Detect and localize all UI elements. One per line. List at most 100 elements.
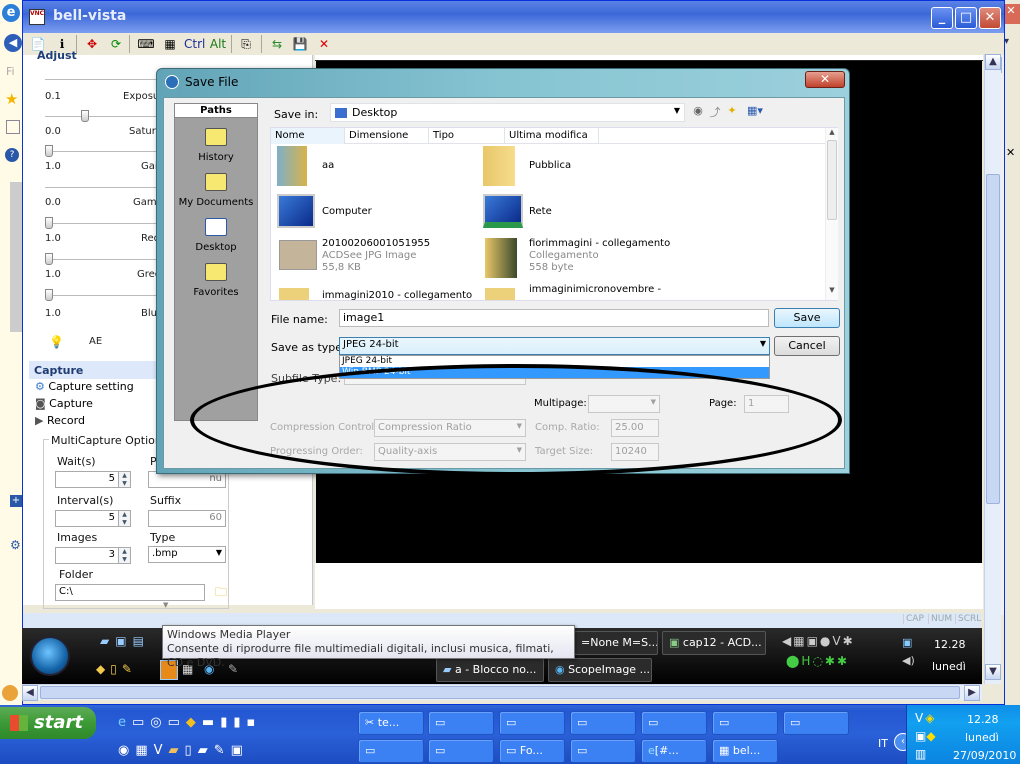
quick-launch-top[interactable]: e▭◎▭◆▬▮▮▪ bbox=[118, 715, 261, 730]
internet-explorer-icon[interactable]: e bbox=[118, 715, 132, 730]
record-item[interactable]: ▶ Record bbox=[35, 414, 85, 427]
new-folder-icon[interactable]: ✦ bbox=[725, 104, 739, 118]
folder-icon[interactable]: ▰ bbox=[169, 743, 185, 758]
taskbar-button[interactable]: e[#... bbox=[641, 739, 707, 763]
scroll-thumb[interactable] bbox=[986, 174, 1000, 504]
target-size-input[interactable]: 10240 bbox=[611, 443, 659, 461]
images-input[interactable]: 3 bbox=[55, 547, 119, 564]
ae-label[interactable]: AE bbox=[89, 336, 102, 347]
folder-input[interactable]: C:\ bbox=[55, 584, 205, 601]
v-icon[interactable]: V bbox=[915, 711, 925, 725]
gamma-slider-thumb[interactable] bbox=[45, 217, 53, 229]
ctrl-key-button[interactable]: Ctrl bbox=[184, 35, 205, 53]
display-icon[interactable]: ▥ bbox=[915, 747, 926, 761]
remote-clock[interactable]: 12.28 bbox=[934, 638, 966, 651]
column-modified[interactable]: Ultima modifica bbox=[505, 128, 599, 144]
dialog-close-button[interactable]: ✕ bbox=[805, 71, 845, 88]
images-stepper[interactable]: ▲ ▼ bbox=[118, 547, 131, 564]
taskbar-button[interactable]: ▭ bbox=[783, 711, 849, 735]
scroll-up-icon[interactable]: ▲ bbox=[826, 128, 838, 136]
file-item[interactable]: immagini2010 - collegamento bbox=[277, 284, 477, 300]
progressing-order-select[interactable]: Quality-axis ▼ bbox=[374, 443, 526, 461]
column-type[interactable]: Tipo bbox=[429, 128, 505, 144]
send-ctrl-alt-del-icon[interactable]: ⌨ bbox=[137, 35, 155, 53]
path-my-documents[interactable]: My Documents bbox=[175, 173, 257, 208]
dropdown-option[interactable]: JPEG 24-bit bbox=[340, 356, 769, 367]
save-as-type-select[interactable]: JPEG 24-bit ▼ bbox=[339, 337, 770, 355]
interval-input[interactable]: 5 bbox=[55, 510, 119, 527]
capture-item[interactable]: ◙ Capture bbox=[35, 397, 93, 410]
file-item[interactable]: immaginimicronovembre - bbox=[483, 280, 813, 300]
file-name-input[interactable]: image1 bbox=[339, 309, 769, 327]
v-icon[interactable]: V bbox=[154, 743, 169, 758]
start-button[interactable]: start bbox=[0, 707, 96, 739]
interval-stepper[interactable]: ▲ ▼ bbox=[118, 510, 131, 527]
favorites-star-icon[interactable]: ★ bbox=[5, 90, 18, 108]
view-menu-icon[interactable]: ▦▾ bbox=[744, 104, 766, 118]
vertical-scrollbar[interactable]: ▲ ▼ bbox=[984, 54, 1001, 684]
taskbar-button[interactable]: ✂ te... bbox=[358, 711, 424, 735]
pizza-icon[interactable]: ◆ bbox=[186, 715, 202, 730]
path-history[interactable]: History bbox=[175, 128, 257, 163]
file-transfer-icon[interactable]: ⇆ bbox=[268, 35, 286, 53]
scroll-up-button[interactable]: ▲ bbox=[985, 54, 1001, 70]
tray-icons-row2[interactable]: ▣◆ bbox=[915, 729, 936, 743]
path-desktop[interactable]: Desktop bbox=[175, 218, 257, 253]
close-icon[interactable]: ✕ bbox=[1006, 146, 1015, 159]
media-icon[interactable]: ◉ bbox=[118, 743, 135, 758]
quick-launch-bottom[interactable]: ◉▦V▰▯▰✎▣ bbox=[118, 743, 249, 758]
page-input[interactable]: 1 bbox=[744, 395, 789, 413]
tabs-icon[interactable] bbox=[6, 120, 20, 134]
taskbar-button[interactable]: ▭ bbox=[499, 711, 565, 735]
fullscreen-icon[interactable]: ✥ bbox=[83, 35, 101, 53]
quick-launch-top[interactable]: ▰▣▤ bbox=[100, 634, 150, 648]
taskbar-button[interactable]: =None M=S... bbox=[574, 631, 658, 655]
language-indicator[interactable]: IT bbox=[878, 737, 888, 750]
green-slider-thumb[interactable] bbox=[45, 289, 53, 301]
taskbar-button[interactable]: ▦ bel... bbox=[712, 739, 778, 763]
red-slider-thumb[interactable] bbox=[45, 253, 53, 265]
pizza-icon[interactable]: ◆ bbox=[926, 729, 935, 743]
taskbar-button[interactable]: ▭ bbox=[570, 739, 636, 763]
scroll-thumb[interactable] bbox=[827, 140, 837, 220]
save-icon[interactable]: 💾 bbox=[291, 35, 309, 53]
column-size[interactable]: Dimensione bbox=[345, 128, 429, 144]
notification-icons-row2[interactable]: ⬤H◌✱✱ bbox=[786, 654, 849, 668]
horizontal-scrollbar[interactable]: ◀ ▶ bbox=[22, 684, 982, 701]
compression-control-select[interactable]: Compression Ratio ▼ bbox=[374, 419, 526, 437]
clock[interactable]: 12.28 bbox=[967, 713, 999, 726]
vnc-icon[interactable]: ▦ bbox=[135, 743, 153, 758]
wait-input[interactable]: 5 bbox=[55, 471, 119, 488]
close-button[interactable]: ✕ bbox=[979, 7, 1001, 29]
save-in-select[interactable]: Desktop ▼ bbox=[330, 103, 685, 122]
browse-folder-icon[interactable]: 🗀 bbox=[215, 583, 227, 604]
vista-start-orb[interactable] bbox=[30, 636, 70, 676]
taskbar-button[interactable]: ▭ bbox=[358, 739, 424, 763]
file-menu-fragment[interactable]: Fi bbox=[6, 65, 15, 78]
taskbar-button[interactable]: ▭ bbox=[428, 711, 494, 735]
taskbar-button[interactable]: ▭ Fo... bbox=[499, 739, 565, 763]
clipboard-icon[interactable]: ⎘ bbox=[237, 35, 255, 53]
volume-icon[interactable]: ◀) bbox=[902, 654, 915, 667]
wait-stepper[interactable]: ▲ ▼ bbox=[118, 471, 131, 488]
minimize-button[interactable]: _ bbox=[931, 7, 953, 29]
save-button[interactable]: Save bbox=[774, 308, 840, 328]
scroll-left-button[interactable]: ◀ bbox=[22, 685, 38, 701]
scroll-right-button[interactable]: ▶ bbox=[964, 685, 980, 701]
network-icon[interactable]: ▣ bbox=[902, 636, 912, 649]
network-icon[interactable]: ▣ bbox=[915, 729, 926, 743]
taskbar-button[interactable]: ▭ bbox=[712, 711, 778, 735]
suffix-input[interactable]: 60 bbox=[148, 510, 226, 527]
disconnect-icon[interactable]: ✕ bbox=[315, 35, 333, 53]
back-icon[interactable]: ◉ bbox=[691, 104, 705, 118]
scroll-thumb[interactable] bbox=[40, 686, 960, 699]
capture-setting-item[interactable]: ⚙ Capture setting bbox=[35, 380, 134, 393]
settings-gear-icon[interactable]: ⚙ bbox=[10, 538, 21, 552]
type-select[interactable]: .bmp ▼ bbox=[148, 546, 226, 563]
taskbar-button[interactable]: ▭ bbox=[641, 711, 707, 735]
maximize-button[interactable]: □ bbox=[955, 7, 977, 29]
taskbar-button[interactable]: ▭ bbox=[428, 739, 494, 763]
column-name[interactable]: Nome bbox=[271, 128, 345, 144]
comp-ratio-input[interactable]: 25.00 bbox=[611, 419, 659, 437]
taskbar-button[interactable]: ▣ cap12 - ACD... bbox=[662, 631, 766, 655]
